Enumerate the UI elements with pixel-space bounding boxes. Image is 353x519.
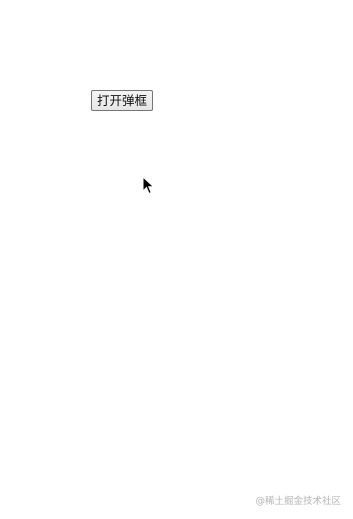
mouse-cursor-icon [142,176,155,195]
page-canvas: 打开弹框 @稀土掘金技术社区 [0,0,353,519]
watermark-text: @稀土掘金技术社区 [255,496,341,507]
open-dialog-button[interactable]: 打开弹框 [91,90,154,111]
